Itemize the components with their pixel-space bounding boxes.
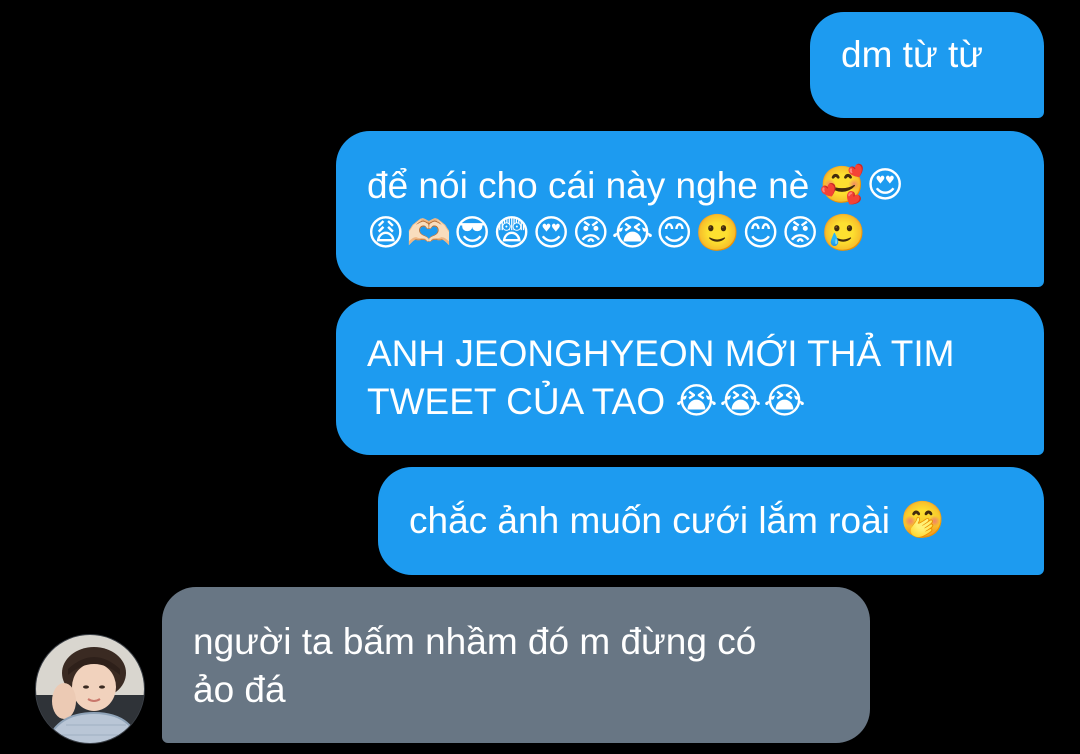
message-bubble-sent[interactable]: để nói cho cái này nghe nè 🥰😍 😩🫶🏻😎😨😍😡😭😊🙂…	[336, 131, 1044, 287]
message-text: ảo đá	[193, 669, 286, 710]
emoji-sequence: 🤭	[900, 500, 948, 541]
message-text: ANH JEONGHYEON MỚI THẢ TIM	[367, 333, 955, 374]
message-text: để nói cho cái này nghe nè	[367, 165, 810, 206]
emoji-sequence: 🥰😍	[819, 165, 906, 206]
message-bubble-sent[interactable]: ANH JEONGHYEON MỚI THẢ TIM TWEET CỦA TAO…	[336, 299, 1044, 455]
emoji-sequence: 😩🫶🏻😎😨😍😡😭😊🙂😊😡🥲	[367, 213, 868, 254]
message-bubble-sent[interactable]: chắc ảnh muốn cưới lắm roài 🤭	[378, 467, 1044, 575]
message-text: người ta bấm nhầm đó m đừng có	[193, 621, 757, 662]
message-text-line: TWEET CỦA TAO 😭😭😭	[367, 378, 1044, 426]
message-bubble-sent[interactable]: dm từ từ	[810, 12, 1044, 118]
message-text-line: chắc ảnh muốn cưới lắm roài 🤭	[409, 497, 1044, 545]
message-text: TWEET CỦA TAO	[367, 381, 666, 422]
message-text-line: để nói cho cái này nghe nè 🥰😍	[367, 162, 1044, 210]
message-text: dm từ từ	[841, 34, 984, 75]
message-text: chắc ảnh muốn cưới lắm roài	[409, 500, 890, 541]
avatar[interactable]	[35, 634, 145, 744]
message-bubble-received[interactable]: người ta bấm nhầm đó m đừng có ảo đá	[162, 587, 870, 743]
avatar-photo-icon	[36, 635, 144, 743]
emoji-sequence: 😭😭😭	[675, 381, 808, 422]
